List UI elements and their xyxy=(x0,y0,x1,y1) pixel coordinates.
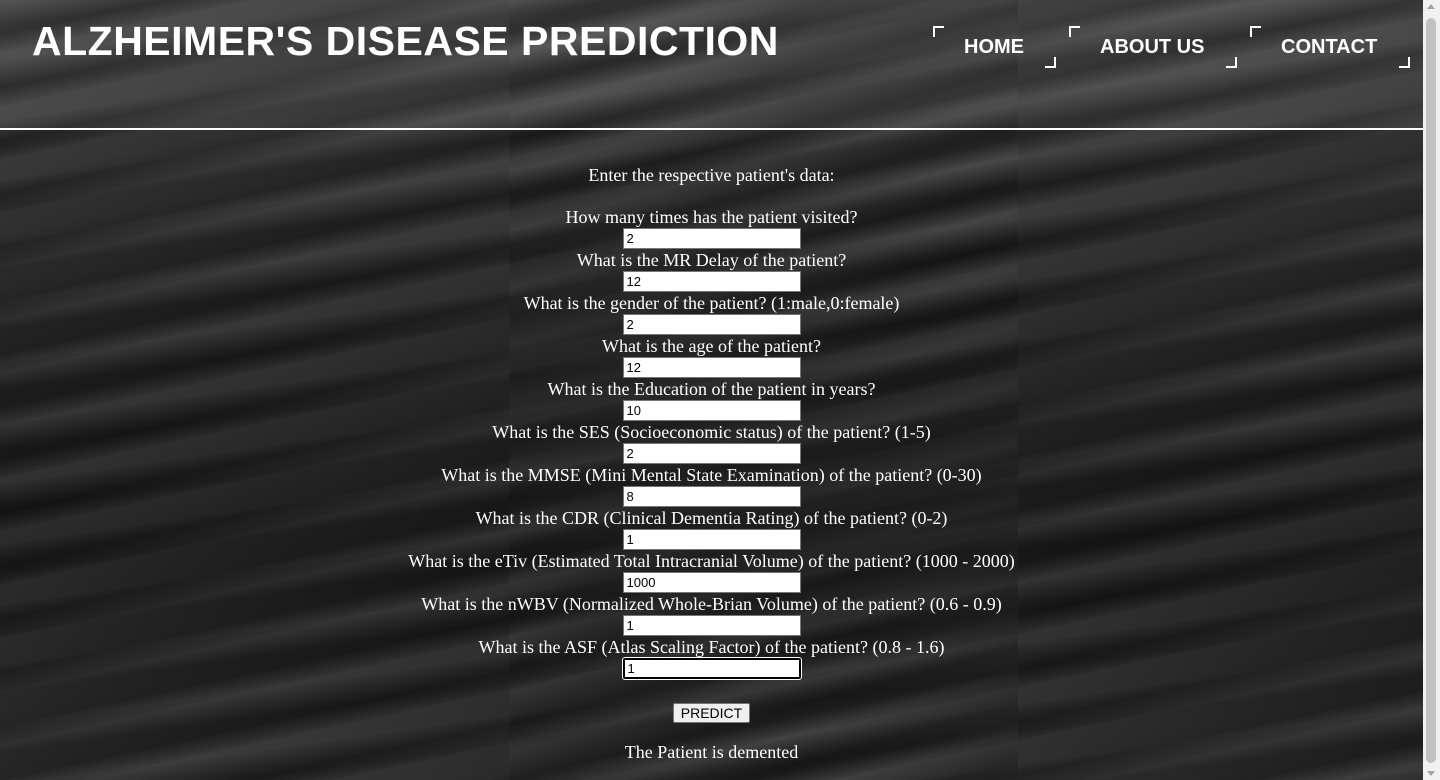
nav-contact-link[interactable]: CONTACT xyxy=(1250,26,1410,68)
predict-button[interactable]: PREDICT xyxy=(672,703,751,723)
question-visits: How many times has the patient visited? xyxy=(0,206,1423,249)
nav-contact-label: CONTACT xyxy=(1281,36,1378,58)
nwbv-label: What is the nWBV (Normalized Whole-Brian… xyxy=(421,594,1002,614)
asf-input[interactable] xyxy=(621,657,802,680)
corner-bracket-icon xyxy=(1045,57,1056,68)
corner-bracket-icon xyxy=(1069,26,1080,37)
question-mmse: What is the MMSE (Mini Mental State Exam… xyxy=(0,464,1423,507)
question-gender: What is the gender of the patient? (1:ma… xyxy=(0,292,1423,335)
question-ses: What is the SES (Socioeconomic status) o… xyxy=(0,421,1423,464)
nav-about-label: ABOUT US xyxy=(1100,36,1205,58)
asf-label: What is the ASF (Atlas Scaling Factor) o… xyxy=(478,637,945,657)
gender-label: What is the gender of the patient? (1:ma… xyxy=(523,293,900,313)
nav-about-link[interactable]: ABOUT US xyxy=(1069,26,1237,68)
etiv-input[interactable] xyxy=(622,572,801,593)
education-label: What is the Education of the patient in … xyxy=(547,379,876,399)
site-title: ALZHEIMER'S DISEASE PREDICTION xyxy=(32,18,779,64)
mr-delay-input[interactable] xyxy=(622,271,801,292)
education-input[interactable] xyxy=(622,400,801,421)
nav-home-link[interactable]: HOME xyxy=(933,26,1056,68)
corner-bracket-icon xyxy=(1250,26,1261,37)
corner-bracket-icon xyxy=(933,26,944,37)
ses-input[interactable] xyxy=(622,443,801,464)
nwbv-input[interactable] xyxy=(622,615,801,636)
age-label: What is the age of the patient? xyxy=(602,336,821,356)
question-education: What is the Education of the patient in … xyxy=(0,378,1423,421)
visits-label: How many times has the patient visited? xyxy=(565,207,858,227)
cdr-input[interactable] xyxy=(622,529,801,550)
mmse-label: What is the MMSE (Mini Mental State Exam… xyxy=(441,465,982,485)
corner-bracket-icon xyxy=(1399,57,1410,68)
scroll-up-arrow-icon[interactable] xyxy=(1427,4,1435,9)
question-asf: What is the ASF (Atlas Scaling Factor) o… xyxy=(0,636,1423,680)
site-header: ALZHEIMER'S DISEASE PREDICTION HOME ABOU… xyxy=(0,0,1423,130)
scroll-down-arrow-icon[interactable] xyxy=(1427,771,1435,776)
nav-home-label: HOME xyxy=(964,36,1024,58)
visits-input[interactable] xyxy=(622,228,801,249)
page-scrollbar[interactable] xyxy=(1423,0,1440,780)
age-input[interactable] xyxy=(622,357,801,378)
question-cdr: What is the CDR (Clinical Dementia Ratin… xyxy=(0,507,1423,550)
prediction-result: The Patient is demented xyxy=(624,742,799,762)
mr-delay-label: What is the MR Delay of the patient? xyxy=(576,250,847,270)
mmse-input[interactable] xyxy=(622,486,801,507)
corner-bracket-icon xyxy=(1226,57,1237,68)
question-mr-delay: What is the MR Delay of the patient? xyxy=(0,249,1423,292)
question-age: What is the age of the patient? xyxy=(0,335,1423,378)
etiv-label: What is the eTiv (Estimated Total Intrac… xyxy=(408,551,1015,571)
question-etiv: What is the eTiv (Estimated Total Intrac… xyxy=(0,550,1423,593)
gender-input[interactable] xyxy=(622,314,801,335)
cdr-label: What is the CDR (Clinical Dementia Ratin… xyxy=(475,508,948,528)
question-nwbv: What is the nWBV (Normalized Whole-Brian… xyxy=(0,593,1423,636)
form-intro: Enter the respective patient's data: xyxy=(588,165,835,185)
patient-form: Enter the respective patient's data: How… xyxy=(0,164,1423,763)
ses-label: What is the SES (Socioeconomic status) o… xyxy=(492,422,931,442)
scrollbar-thumb[interactable] xyxy=(1426,18,1436,763)
